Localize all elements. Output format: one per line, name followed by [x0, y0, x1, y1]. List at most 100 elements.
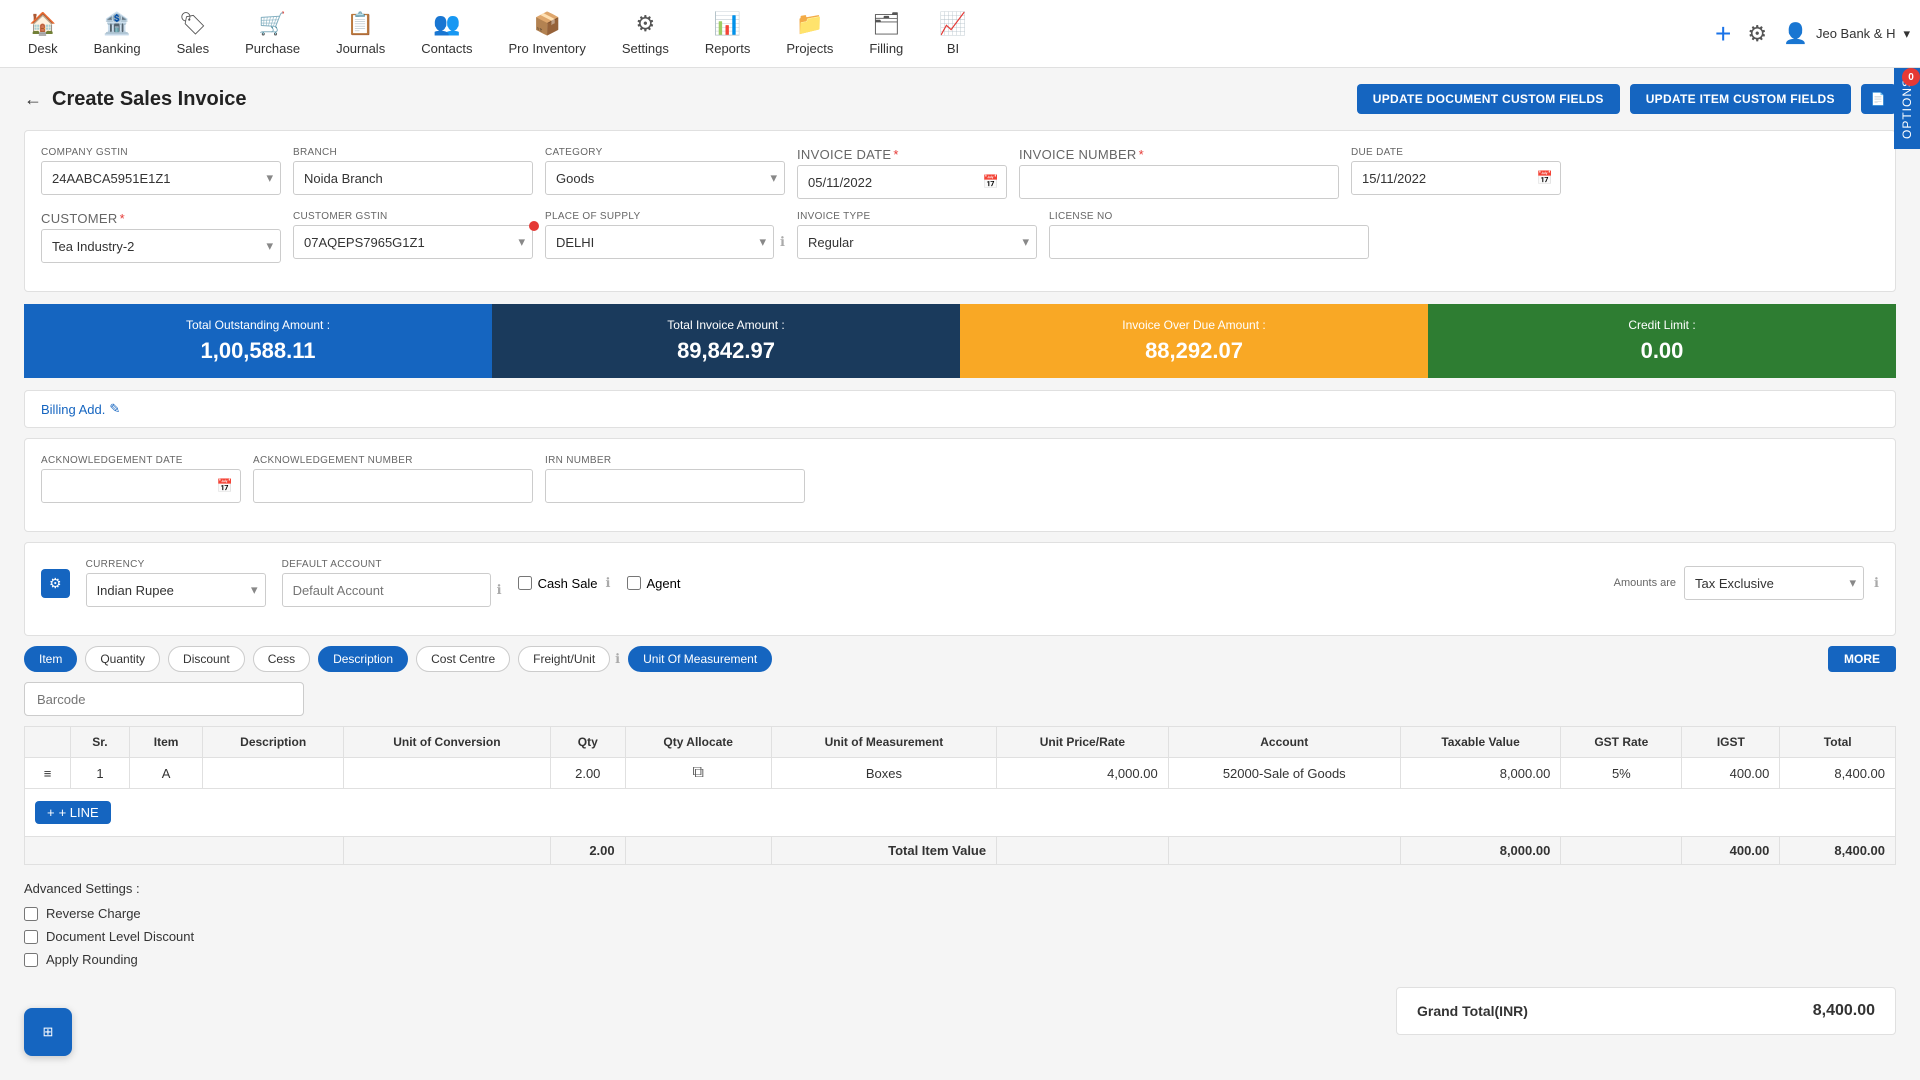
row-unit-conversion[interactable]	[343, 758, 550, 789]
freight-unit-info-icon[interactable]: ℹ	[615, 651, 620, 667]
desk-icon: 🏠	[29, 11, 56, 37]
row-qty[interactable]: 2.00	[550, 758, 625, 789]
document-icon-button[interactable]: 📄	[1861, 84, 1896, 114]
row-unit-measurement[interactable]: Boxes	[771, 758, 996, 789]
tab-unit-of-measurement[interactable]: Unit Of Measurement	[628, 646, 772, 672]
invoice-date-calendar-icon[interactable]: 📅	[983, 174, 999, 190]
default-account-input[interactable]	[282, 573, 491, 607]
tab-discount[interactable]: Discount	[168, 646, 245, 672]
category-select[interactable]: Goods	[545, 161, 785, 195]
tab-cost-centre[interactable]: Cost Centre	[416, 646, 510, 672]
barcode-input[interactable]	[24, 682, 304, 716]
due-date-calendar-icon[interactable]: 📅	[1537, 170, 1553, 186]
outstanding-amount-label: Total Outstanding Amount :	[44, 318, 472, 332]
invoice-number-input[interactable]	[1019, 165, 1339, 199]
nav-label-contacts: Contacts	[421, 41, 472, 56]
document-level-discount-checkbox[interactable]	[24, 930, 38, 944]
row-account[interactable]: 52000-Sale of Goods	[1168, 758, 1400, 789]
tab-item[interactable]: Item	[24, 646, 77, 672]
outstanding-amount-card: Total Outstanding Amount : 1,00,588.11	[24, 304, 492, 378]
row-qty-allocate[interactable]: ⧉	[625, 758, 771, 789]
row-unit-price[interactable]: 4,000.00	[997, 758, 1169, 789]
agent-checkbox[interactable]	[627, 576, 641, 590]
invoice-date-wrapper: 📅	[797, 165, 1007, 199]
nav-item-pro-inventory[interactable]: 📦 Pro Inventory	[491, 5, 604, 62]
amounts-are-group: Amounts are Tax Exclusive ℹ	[1614, 566, 1879, 600]
currency-select[interactable]: Indian Rupee	[86, 573, 266, 607]
nav-item-contacts[interactable]: 👥 Contacts	[403, 5, 490, 62]
user-name: Jeo Bank & H	[1816, 26, 1896, 41]
fab-menu-button[interactable]: ⊞	[24, 1008, 72, 1056]
total-unit-price-empty	[997, 837, 1169, 865]
total-total: 8,400.00	[1780, 837, 1896, 865]
company-gstin-select[interactable]: 24AABCA5951E1Z1	[41, 161, 281, 195]
qty-allocate-icon[interactable]: ⧉	[692, 764, 703, 781]
nav-label-journals: Journals	[336, 41, 385, 56]
nav-item-desk[interactable]: 🏠 Desk	[10, 5, 76, 62]
total-qty-allocate-empty	[625, 837, 771, 865]
update-doc-custom-fields-button[interactable]: UPDATE DOCUMENT CUSTOM FIELDS	[1357, 84, 1620, 114]
invoice-type-group: Invoice Type Regular	[797, 211, 1037, 263]
ack-date-input[interactable]	[41, 469, 241, 503]
amounts-are-info-icon[interactable]: ℹ	[1874, 575, 1879, 591]
branch-label: Branch	[293, 147, 533, 158]
apply-rounding-label: Apply Rounding	[46, 952, 138, 967]
row-drag-handle[interactable]: ≡	[25, 758, 71, 789]
nav-item-journals[interactable]: 📋 Journals	[318, 5, 403, 62]
nav-item-bi[interactable]: 📈 BI	[921, 5, 984, 62]
user-menu[interactable]: 👤 Jeo Bank & H ▾	[1783, 21, 1910, 46]
apply-rounding-checkbox[interactable]	[24, 953, 38, 967]
nav-item-banking[interactable]: 🏦 Banking	[76, 5, 159, 62]
customer-select[interactable]: Tea Industry-2	[41, 229, 281, 263]
row-description[interactable]	[203, 758, 343, 789]
more-columns-button[interactable]: MORE	[1828, 646, 1896, 672]
user-avatar-icon: 👤	[1783, 21, 1808, 46]
add-button[interactable]: +	[1715, 18, 1731, 50]
advanced-settings-section: Advanced Settings : Reverse Charge Docum…	[24, 881, 1896, 967]
row-gst-rate[interactable]: 5%	[1561, 758, 1682, 789]
nav-item-purchase[interactable]: 🛒 Purchase	[227, 5, 318, 62]
invoice-type-select[interactable]: Regular	[797, 225, 1037, 259]
ack-date-calendar-icon[interactable]: 📅	[217, 478, 233, 494]
branch-input[interactable]	[293, 161, 533, 195]
billing-address-link[interactable]: Billing Add. ✎	[41, 401, 1879, 417]
cash-sale-info-icon[interactable]: ℹ	[606, 575, 611, 591]
invoice-date-input[interactable]	[797, 165, 1007, 199]
update-item-custom-fields-button[interactable]: UPDATE ITEM CUSTOM FIELDS	[1630, 84, 1851, 114]
table-header-row: Sr. Item Description Unit of Conversion …	[25, 727, 1896, 758]
license-no-input[interactable]	[1049, 225, 1369, 259]
nav-item-filling[interactable]: 🗂 Filling	[851, 5, 921, 62]
cash-sale-checkbox[interactable]	[518, 576, 532, 590]
add-line-label: + LINE	[59, 805, 99, 820]
customer-gstin-select[interactable]: 07AQEPS7965G1Z1	[293, 225, 533, 259]
place-of-supply-select[interactable]: DELHI	[545, 225, 774, 259]
currency-settings-button[interactable]: ⚙	[41, 569, 70, 598]
ack-date-wrapper: 📅	[41, 469, 241, 503]
nav-item-sales[interactable]: 🏷 Sales	[159, 5, 228, 62]
back-button[interactable]: ←	[24, 89, 42, 110]
column-tabs-row: Item Quantity Discount Cess Description …	[24, 646, 1896, 672]
th-description: Description	[203, 727, 343, 758]
invoice-amount-value: 89,842.97	[512, 338, 940, 364]
amounts-are-select[interactable]: Tax Exclusive	[1684, 566, 1864, 600]
tab-freight-unit[interactable]: Freight/Unit	[518, 646, 610, 672]
nav-item-reports[interactable]: 📊 Reports	[687, 5, 769, 62]
tab-description[interactable]: Description	[318, 646, 408, 672]
due-date-input[interactable]	[1351, 161, 1561, 195]
settings-gear-icon[interactable]: ⚙	[1747, 21, 1767, 47]
place-of-supply-info-icon[interactable]: ℹ	[780, 234, 785, 250]
tab-quantity[interactable]: Quantity	[85, 646, 160, 672]
irn-number-input[interactable]	[545, 469, 805, 503]
th-qty: Qty	[550, 727, 625, 758]
row-item[interactable]: A	[129, 758, 203, 789]
currency-select-wrapper: Indian Rupee	[86, 573, 266, 607]
ack-number-input[interactable]	[253, 469, 533, 503]
default-account-info-icon[interactable]: ℹ	[497, 582, 502, 598]
nav-item-settings[interactable]: ⚙ Settings	[604, 5, 687, 62]
nav-item-projects[interactable]: 📁 Projects	[768, 5, 851, 62]
reverse-charge-checkbox[interactable]	[24, 907, 38, 921]
tab-freight-unit-wrapper: Freight/Unit ℹ	[518, 646, 620, 672]
tab-cess[interactable]: Cess	[253, 646, 310, 672]
nav-label-sales: Sales	[177, 41, 210, 56]
add-line-button[interactable]: + + LINE	[35, 801, 111, 824]
